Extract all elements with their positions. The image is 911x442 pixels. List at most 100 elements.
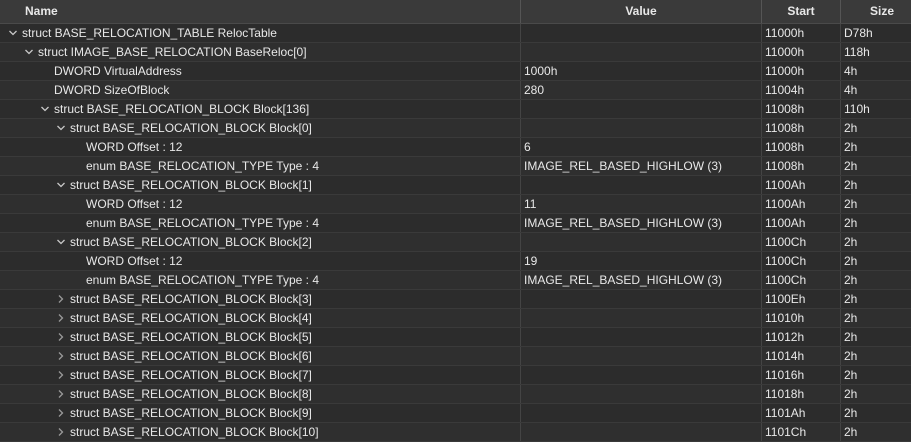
name-cell: struct BASE_RELOCATION_BLOCK Block[5] [0, 328, 521, 346]
chevron-right-icon[interactable] [54, 309, 68, 327]
chevron-right-icon[interactable] [54, 328, 68, 346]
chevron-down-icon[interactable] [22, 43, 36, 61]
template-results-tree: struct BASE_RELOCATION_TABLE RelocTable 1… [0, 24, 911, 442]
field-value [521, 119, 762, 137]
tree-row[interactable]: enum BASE_RELOCATION_TYPE Type : 4 IMAGE_… [0, 214, 911, 233]
name-cell: struct BASE_RELOCATION_BLOCK Block[2] [0, 233, 521, 251]
tree-row[interactable]: WORD Offset : 12 6 11008h 2h [0, 138, 911, 157]
field-value [521, 233, 762, 251]
tree-row[interactable]: WORD Offset : 12 19 1100Ch 2h [0, 252, 911, 271]
field-start: 11008h [762, 138, 841, 156]
tree-row[interactable]: enum BASE_RELOCATION_TYPE Type : 4 IMAGE_… [0, 271, 911, 290]
field-value: 19 [521, 252, 762, 270]
tree-row[interactable]: struct BASE_RELOCATION_BLOCK Block[3] 110… [0, 290, 911, 309]
chevron-right-icon[interactable] [54, 290, 68, 308]
field-size: 2h [844, 273, 858, 287]
tree-row[interactable]: struct BASE_RELOCATION_BLOCK Block[4] 110… [0, 309, 911, 328]
field-start: 11012h [762, 328, 841, 346]
column-header-name[interactable]: Name [0, 0, 521, 23]
chevron-right-icon[interactable] [54, 385, 68, 403]
field-name: struct BASE_RELOCATION_BLOCK Block[4] [70, 311, 312, 325]
field-name: struct IMAGE_BASE_RELOCATION BaseReloc[0… [38, 45, 307, 59]
field-size: 2h [844, 178, 858, 192]
column-header-size[interactable]: Size [841, 0, 911, 23]
field-name: struct BASE_RELOCATION_BLOCK Block[136] [54, 102, 310, 116]
name-cell: WORD Offset : 12 [0, 252, 521, 270]
tree-row[interactable]: enum BASE_RELOCATION_TYPE Type : 4 IMAGE_… [0, 157, 911, 176]
field-value: 1000h [521, 62, 762, 80]
chevron-right-icon[interactable] [54, 423, 68, 441]
name-cell: DWORD SizeOfBlock [0, 81, 521, 99]
tree-row[interactable]: DWORD SizeOfBlock 280 11004h 4h [0, 81, 911, 100]
chevron-right-icon[interactable] [54, 404, 68, 422]
field-size: 2h [844, 235, 858, 249]
tree-row[interactable]: struct IMAGE_BASE_RELOCATION BaseReloc[0… [0, 43, 911, 62]
name-cell: struct BASE_RELOCATION_BLOCK Block[10] [0, 423, 521, 441]
field-start: 11008h [762, 119, 841, 137]
field-size: 2h [844, 197, 858, 211]
field-value: IMAGE_REL_BASED_HIGHLOW (3) [521, 271, 762, 289]
column-header-value[interactable]: Value [521, 0, 762, 23]
field-start: 11000h [762, 24, 841, 42]
tree-row[interactable]: struct BASE_RELOCATION_BLOCK Block[5] 110… [0, 328, 911, 347]
column-header-start[interactable]: Start [762, 0, 841, 23]
tree-row[interactable]: struct BASE_RELOCATION_BLOCK Block[9] 110… [0, 404, 911, 423]
field-name: struct BASE_RELOCATION_BLOCK Block[7] [70, 368, 312, 382]
tree-row[interactable]: struct BASE_RELOCATION_BLOCK Block[136] 1… [0, 100, 911, 119]
tree-row[interactable]: WORD Offset : 12 11 1100Ah 2h [0, 195, 911, 214]
name-cell: struct BASE_RELOCATION_BLOCK Block[7] [0, 366, 521, 384]
field-value [521, 24, 762, 42]
name-cell: struct BASE_RELOCATION_TABLE RelocTable [0, 24, 521, 42]
field-name: struct BASE_RELOCATION_BLOCK Block[1] [70, 178, 312, 192]
tree-row[interactable]: struct BASE_RELOCATION_BLOCK Block[10] 11… [0, 423, 911, 442]
column-header-row: Name Value Start Size [0, 0, 911, 24]
field-value [521, 328, 762, 346]
field-size: 2h [844, 425, 858, 439]
tree-row[interactable]: struct BASE_RELOCATION_BLOCK Block[0] 110… [0, 119, 911, 138]
chevron-down-icon[interactable] [6, 24, 20, 42]
field-value [521, 100, 762, 118]
name-cell: struct BASE_RELOCATION_BLOCK Block[6] [0, 347, 521, 365]
tree-row[interactable]: struct BASE_RELOCATION_BLOCK Block[6] 110… [0, 347, 911, 366]
field-name: struct BASE_RELOCATION_BLOCK Block[6] [70, 349, 312, 363]
field-name: WORD Offset : 12 [86, 197, 183, 211]
field-start: 1100Ah [762, 195, 841, 213]
name-cell: struct BASE_RELOCATION_BLOCK Block[9] [0, 404, 521, 422]
field-start: 11016h [762, 366, 841, 384]
field-start: 1100Ch [762, 252, 841, 270]
tree-row[interactable]: struct BASE_RELOCATION_BLOCK Block[8] 110… [0, 385, 911, 404]
field-size: 2h [844, 330, 858, 344]
chevron-down-icon[interactable] [54, 233, 68, 251]
chevron-down-icon[interactable] [54, 176, 68, 194]
chevron-down-icon[interactable] [38, 100, 52, 118]
field-value [521, 43, 762, 61]
field-size: 4h [844, 64, 858, 78]
field-size: 118h [844, 45, 870, 59]
tree-row[interactable]: struct BASE_RELOCATION_TABLE RelocTable 1… [0, 24, 911, 43]
tree-row[interactable]: DWORD VirtualAddress 1000h 11000h 4h [0, 62, 911, 81]
field-start: 11018h [762, 385, 841, 403]
tree-row[interactable]: struct BASE_RELOCATION_BLOCK Block[2] 110… [0, 233, 911, 252]
name-cell: struct BASE_RELOCATION_BLOCK Block[3] [0, 290, 521, 308]
field-name: struct BASE_RELOCATION_BLOCK Block[10] [70, 425, 319, 439]
chevron-right-icon[interactable] [54, 347, 68, 365]
name-cell: enum BASE_RELOCATION_TYPE Type : 4 [0, 271, 521, 289]
name-cell: struct BASE_RELOCATION_BLOCK Block[4] [0, 309, 521, 327]
field-start: 1100Eh [762, 290, 841, 308]
field-start: 1100Ch [762, 233, 841, 251]
chevron-down-icon[interactable] [54, 119, 68, 137]
name-cell: struct BASE_RELOCATION_BLOCK Block[8] [0, 385, 521, 403]
field-name: struct BASE_RELOCATION_BLOCK Block[3] [70, 292, 312, 306]
field-name: enum BASE_RELOCATION_TYPE Type : 4 [86, 273, 319, 287]
field-start: 1101Ah [762, 404, 841, 422]
tree-row[interactable]: struct BASE_RELOCATION_BLOCK Block[1] 110… [0, 176, 911, 195]
field-size: 2h [844, 140, 858, 154]
field-value [521, 385, 762, 403]
name-cell: DWORD VirtualAddress [0, 62, 521, 80]
chevron-right-icon[interactable] [54, 366, 68, 384]
field-size: 2h [844, 368, 858, 382]
field-name: struct BASE_RELOCATION_BLOCK Block[8] [70, 387, 312, 401]
tree-row[interactable]: struct BASE_RELOCATION_BLOCK Block[7] 110… [0, 366, 911, 385]
field-start: 1101Ch [762, 423, 841, 441]
name-cell: WORD Offset : 12 [0, 195, 521, 213]
